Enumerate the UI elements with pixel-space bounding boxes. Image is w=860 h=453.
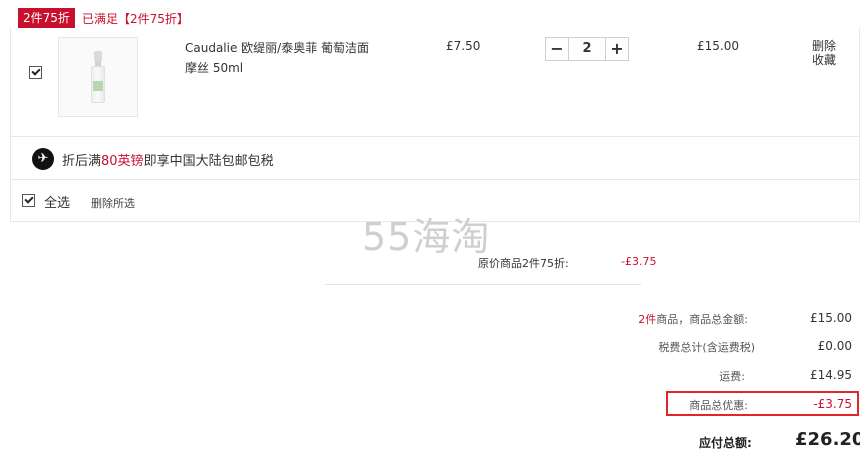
- quantity-input[interactable]: 2: [568, 38, 606, 60]
- shipping-fee-label: 运费:: [719, 370, 745, 383]
- total-discount-value: -£3.75: [813, 397, 852, 411]
- free-shipping-amount: 80英镑: [101, 154, 144, 169]
- airplane-icon: ✈: [32, 148, 54, 170]
- select-all-checkbox[interactable]: [22, 194, 35, 207]
- delete-selected-link[interactable]: 删除所选: [91, 195, 135, 211]
- unit-price: £7.50: [446, 39, 481, 53]
- increase-button[interactable]: +: [606, 38, 628, 60]
- product-bottle-icon: [91, 51, 105, 103]
- item-checkbox[interactable]: [29, 66, 42, 79]
- amount-due-value: £26.20: [795, 429, 860, 450]
- tax-label: 税费总计(含运费税): [658, 341, 755, 354]
- amount-due-label: 应付总额:: [699, 436, 752, 450]
- product-image[interactable]: [58, 37, 138, 117]
- free-shipping-text: 折后满80英镑即享中国大陆包邮包税: [62, 154, 274, 169]
- item-subtotal: £15.00: [697, 39, 739, 53]
- select-all-label[interactable]: 全选: [44, 192, 70, 211]
- total-discount-label: 商品总优惠:: [689, 399, 748, 412]
- watermark: 55海淘: [362, 215, 491, 259]
- promo-tag: 2件75折: [18, 8, 75, 28]
- discount-label: 原价商品2件75折:: [478, 257, 569, 270]
- product-name[interactable]: Caudalie 欧缇丽/泰奥菲 葡萄洁面摩丝 50ml: [185, 38, 375, 78]
- quantity-stepper: − 2 +: [545, 37, 629, 61]
- favorite-link[interactable]: 收藏: [812, 51, 836, 68]
- discount-value: -£3.75: [621, 255, 657, 268]
- shipping-fee-value: £14.95: [810, 368, 852, 382]
- decrease-button[interactable]: −: [546, 38, 568, 60]
- promo-status: 已满足【2件75折】: [82, 12, 189, 26]
- tax-value: £0.00: [817, 339, 852, 353]
- goods-total-label: 2件商品，商品总金额:: [638, 313, 748, 326]
- goods-total-value: £15.00: [810, 311, 852, 325]
- divider: [325, 284, 641, 285]
